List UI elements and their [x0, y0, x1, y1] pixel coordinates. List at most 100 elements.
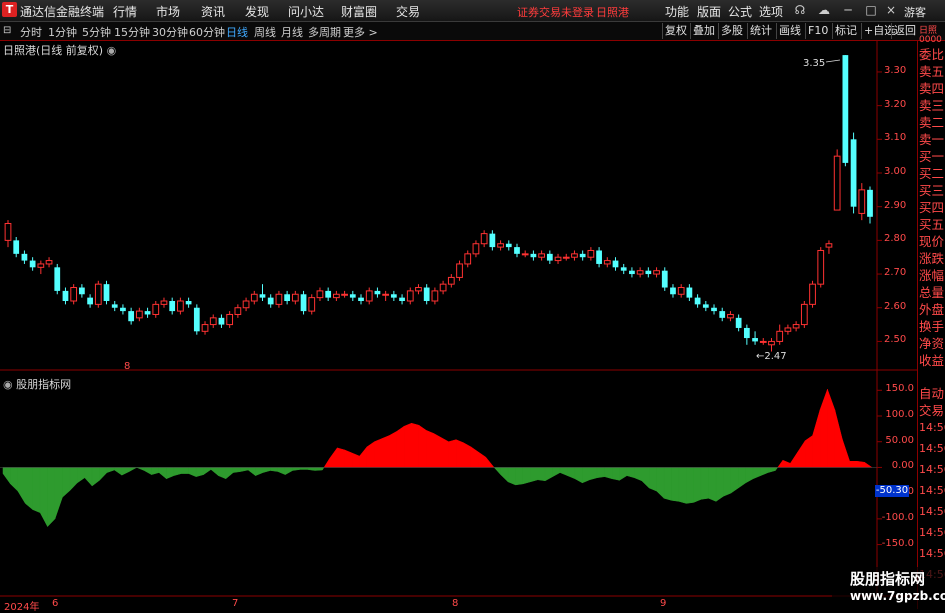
candle-up	[45, 260, 53, 265]
candle-down	[218, 317, 225, 325]
indicator-area-segment	[143, 467, 152, 476]
candle-up	[776, 330, 784, 342]
indicator-area-segment	[819, 389, 828, 468]
panel-field: 买三	[919, 183, 945, 198]
indicator-area-segment	[626, 467, 635, 479]
candle-down	[530, 253, 537, 258]
x-label-month: 7	[232, 598, 239, 609]
candle-down	[358, 297, 364, 301]
candle-down	[284, 294, 290, 301]
indicator-area-segment	[114, 467, 123, 476]
panel-field: 卖四	[919, 81, 945, 96]
indicator-area-segment	[188, 467, 197, 478]
indicator-area-segment	[812, 409, 821, 468]
panel-field: 现价	[919, 234, 945, 249]
candle-up	[201, 324, 209, 332]
candle-up	[135, 310, 143, 319]
candle-up	[464, 253, 472, 265]
indicator-area-segment	[604, 467, 613, 480]
indicator-area-segment	[641, 467, 650, 489]
indicator-area-segment	[849, 461, 858, 468]
indicator-area-segment	[507, 467, 516, 486]
panel-field: 卖五	[919, 64, 945, 79]
indicator-area-segment	[381, 435, 390, 468]
indicator-area-segment	[827, 389, 836, 468]
indicator-area-segment	[181, 467, 189, 474]
candle-down	[87, 297, 93, 305]
candle-up	[759, 340, 767, 343]
indicator-area-segment	[307, 467, 316, 471]
price-axis-label: 3.20	[884, 98, 907, 110]
panel-trade[interactable]: 交易	[919, 402, 944, 419]
candle-down	[694, 297, 701, 305]
indicator-area-segment	[25, 467, 33, 511]
indicator-area-segment	[121, 467, 130, 476]
candle-up	[234, 307, 242, 315]
indicator-area-segment	[715, 467, 724, 502]
indicator-area-segment	[69, 467, 78, 492]
panel-auto[interactable]: 自动	[919, 385, 944, 402]
indicator-area-segment	[166, 467, 175, 480]
candle-up	[308, 297, 316, 312]
candle-up	[825, 243, 833, 248]
panel-field: 总量	[919, 285, 945, 300]
candle-down	[629, 270, 635, 275]
indicator-area-segment	[559, 467, 568, 477]
candle-down	[62, 290, 69, 301]
time-tick: 14:56	[919, 463, 945, 476]
indicator-area-segment	[842, 439, 850, 468]
time-tick: 14:56	[919, 526, 945, 539]
high-pointer	[825, 59, 841, 63]
indicator-area-segment	[39, 467, 48, 527]
candle-down	[54, 267, 61, 291]
candle-up	[792, 324, 800, 329]
panel-field: 买一	[919, 149, 945, 164]
indicator-area-segment	[470, 446, 479, 468]
candle-up	[365, 290, 373, 302]
indicator-area-segment	[151, 467, 160, 475]
panel-field: 买二	[919, 166, 945, 181]
candle-up	[562, 256, 570, 259]
indicator-area-segment	[448, 439, 457, 468]
indicator-area-segment	[663, 467, 672, 501]
price-axis-label: 3.00	[884, 166, 907, 177]
candle-down	[735, 317, 742, 328]
indicator-area-segment	[767, 467, 776, 473]
low-annotation: ←2.47	[756, 351, 787, 362]
indicator-area-segment	[255, 467, 264, 477]
candle-up	[603, 260, 611, 265]
indicator-area-segment	[77, 467, 85, 484]
indicator-area-segment	[396, 425, 405, 468]
indicator-area-segment	[693, 467, 702, 503]
candle-down	[169, 301, 176, 312]
x-label-month: 6	[52, 598, 59, 609]
price-axis-label: 2.90	[884, 199, 907, 211]
candle-down	[300, 294, 307, 312]
candle-up	[833, 155, 841, 211]
price-axis-label: 2.80	[884, 233, 907, 245]
candle-up	[784, 327, 792, 332]
indicator-area-segment	[797, 439, 806, 468]
candle-down	[193, 307, 200, 332]
indicator-area-segment	[314, 467, 323, 471]
indicator-area-segment	[723, 467, 732, 497]
panel-field: 净资	[919, 336, 945, 351]
indicator-area-segment	[359, 446, 368, 468]
indicator-area-segment	[418, 424, 427, 468]
indicator-area-segment	[203, 467, 212, 476]
candle-down	[719, 311, 726, 318]
indicator-area-segment	[129, 467, 138, 472]
candle-up	[177, 300, 184, 312]
candle-up	[538, 253, 545, 258]
candle-down	[29, 260, 36, 268]
chart-canvas[interactable]	[0, 0, 945, 609]
panel-field: 外盘	[919, 302, 945, 317]
candle-down	[325, 290, 332, 298]
candle-up	[636, 270, 644, 275]
candle-down	[267, 297, 274, 305]
indicator-area-segment	[403, 422, 412, 468]
indicator-area-segment	[678, 467, 687, 504]
indicator-area-segment	[32, 467, 41, 514]
indicator-area-segment	[323, 457, 331, 468]
candle-down	[850, 139, 857, 207]
